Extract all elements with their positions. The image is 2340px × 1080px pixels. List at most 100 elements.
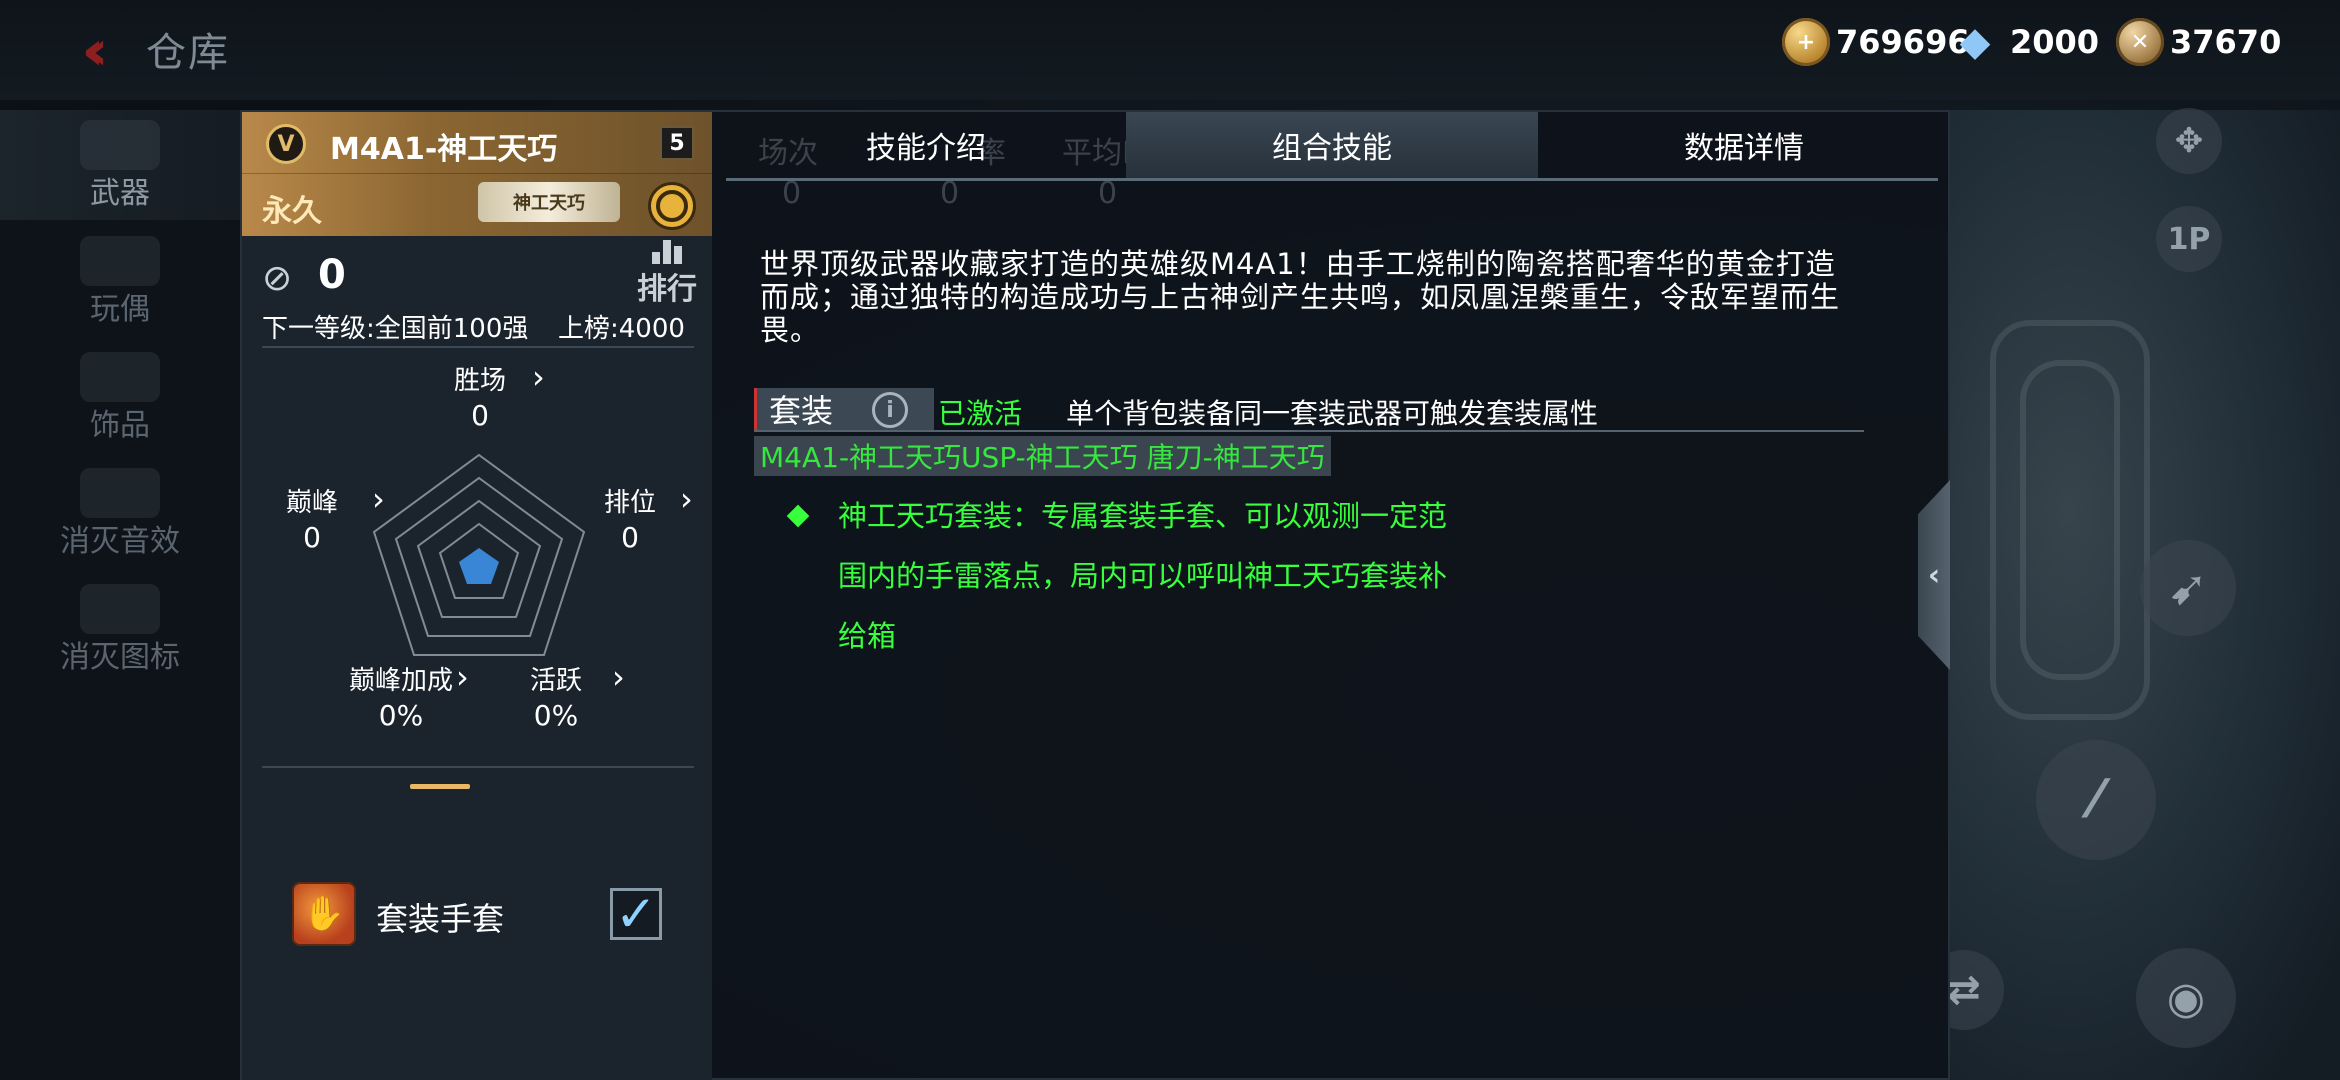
tab-label: 数据详情: [1684, 131, 1804, 166]
suit-header: 套装 i 已激活 单个背包装备同一套装武器可触发套装属性: [754, 388, 1864, 432]
stat-label: 巅峰: [285, 488, 338, 518]
stat-active[interactable]: 活跃 0%: [514, 660, 598, 732]
diamond-bullet-icon: [786, 504, 810, 528]
nav-item-weapons[interactable]: 武器: [0, 110, 240, 220]
suit-label: 套装: [769, 392, 834, 430]
skill-content: 场次 率 平均KDA 0 0 0 技能介绍 组合技能 数据详情 世界顶级武器收藏…: [714, 112, 1950, 1080]
suit-weapon-list: M4A1-神工天巧USP-神工天巧 唐刀-神工天巧: [754, 436, 1331, 476]
page-title: 仓库: [146, 30, 230, 76]
weapon-detail-panel: V M4A1-神工天巧 5 永久 神工天巧 ⊘ 0 排行 下一等级:全国前100…: [240, 110, 1950, 1080]
aim-button[interactable]: ➹: [2140, 540, 2236, 636]
detail-tabs: 场次 率 平均KDA 0 0 0 技能介绍 组合技能 数据详情: [714, 112, 1950, 211]
stats-radar: 胜场 0 › 排位 0 › 活跃 0% › 巅峰加成 0% › 巅峰 0 ›: [242, 352, 712, 732]
nav-item-label: 武器: [90, 176, 150, 211]
nav-item-label: 消灭图标: [60, 640, 180, 675]
nav-item-accessories[interactable]: 饰品: [0, 342, 240, 452]
stat-peak-bonus[interactable]: 巅峰加成 0%: [340, 660, 462, 732]
tab-combo-skill[interactable]: 组合技能: [1126, 112, 1538, 178]
kill-count: 0: [318, 252, 346, 298]
back-button[interactable]: ‹‹: [54, 19, 118, 82]
tab-label: 技能介绍: [866, 131, 986, 166]
gloves-icon: ✋: [292, 882, 356, 946]
nav-item-kill-sound[interactable]: 消灭音效: [0, 458, 240, 568]
weapon-duration: 永久: [262, 194, 322, 229]
weapon-description: 世界顶级武器收藏家打造的英雄级M4A1！由手工烧制的陶瓷搭配奢华的黄金打造而成；…: [760, 247, 1841, 347]
stat-value: 0: [303, 521, 321, 554]
nav-item-label: 饰品: [90, 408, 150, 443]
stat-value: 0%: [378, 699, 424, 732]
ghost-value: 0: [940, 176, 960, 211]
page-indicator: [410, 784, 470, 789]
rifle-icon: [80, 120, 160, 170]
weapon-card-header: V M4A1-神工天巧 5 永久 神工天巧: [242, 112, 712, 236]
ranking-bars-icon: [652, 240, 682, 264]
nav-item-label: 消灭音效: [60, 524, 180, 559]
kill-count-icon: ⊘: [262, 258, 293, 299]
dpad-button[interactable]: ✥: [2156, 108, 2222, 174]
chevron-right-icon[interactable]: ›: [456, 658, 469, 696]
status-emblem-icon[interactable]: [648, 182, 696, 230]
chevron-left-icon: ‹: [1927, 557, 1941, 593]
suit-gloves-row: ✋ 套装手套 ✓: [292, 882, 672, 950]
divider: [262, 346, 694, 348]
tab-label: 组合技能: [1272, 131, 1392, 166]
medal-coin-icon: ✕: [2116, 18, 2164, 66]
view-toggle-button[interactable]: 1P: [2156, 206, 2222, 272]
currency-gold[interactable]: + 769696: [1782, 14, 1970, 70]
stat-label: 胜场: [453, 366, 506, 396]
next-level-text: 下一等级:全国前100强: [262, 314, 529, 344]
chevron-right-icon[interactable]: ›: [612, 658, 625, 696]
divider: [262, 766, 694, 768]
doll-icon: [80, 236, 160, 286]
top-bar: ‹‹ 仓库 + 769696 ◆ 2000 ✕ 37670: [0, 0, 2340, 100]
stat-value: 0: [471, 399, 489, 432]
diamond-icon: ◆: [1959, 19, 1991, 65]
currency-medal[interactable]: ✕ 37670: [2116, 14, 2281, 70]
bullet-button[interactable]: ⁄: [2036, 740, 2156, 860]
stat-label: 排位: [603, 488, 656, 518]
weapon-series-tag: 神工天巧: [478, 182, 620, 222]
stat-ranked[interactable]: 排位 0: [588, 482, 672, 554]
eye-button[interactable]: ◉: [2136, 948, 2236, 1048]
weapon-level: 5: [660, 126, 694, 160]
gloves-checkbox[interactable]: ✓: [610, 885, 662, 943]
ranking-button[interactable]: 排行: [636, 240, 698, 308]
gold-coin-icon: +: [1782, 18, 1830, 66]
category-sidebar: 武器 玩偶 饰品 消灭音效 消灭图标: [0, 110, 240, 1080]
stat-label: 活跃: [529, 666, 582, 696]
nav-item-kill-icon[interactable]: 消灭图标: [0, 574, 240, 684]
stat-label: 巅峰加成: [348, 666, 453, 696]
suit-activated-status: 已激活: [938, 397, 1023, 430]
weapon-title-row: V M4A1-神工天巧 5: [242, 112, 712, 174]
target-ring: [2020, 360, 2120, 680]
stat-peak[interactable]: 巅峰 0: [270, 482, 354, 554]
chevron-right-icon[interactable]: ›: [372, 480, 385, 518]
gloves-label: 套装手套: [376, 900, 505, 938]
suit-rule-note: 单个背包装备同一套装武器可触发套装属性: [1066, 397, 1599, 430]
sound-icon: [80, 468, 160, 518]
listed-threshold: 上榜:4000: [558, 314, 685, 344]
tab-underline: [726, 178, 1938, 181]
suit-effect-text: 神工天巧套装：专属套装手套、可以观测一定范围内的手雷落点，局内可以呼叫神工天巧套…: [838, 499, 1448, 653]
chevron-right-icon[interactable]: ›: [680, 480, 693, 518]
weapon-name: M4A1-神工天巧: [330, 132, 558, 167]
nav-item-label: 玩偶: [90, 292, 150, 327]
accessory-icon: [80, 352, 160, 402]
radar-value-shape: [459, 548, 499, 584]
stat-value: 0%: [533, 699, 579, 732]
diamond-amount: 2000: [2010, 23, 2100, 61]
info-icon[interactable]: i: [872, 392, 908, 428]
weapon-card: V M4A1-神工天巧 5 永久 神工天巧 ⊘ 0 排行 下一等级:全国前100…: [242, 112, 712, 1080]
currency-diamond[interactable]: ◆ 2000: [1946, 14, 2099, 70]
ghost-value: 0: [1098, 176, 1118, 211]
chevron-right-icon[interactable]: ›: [532, 358, 545, 396]
v-rank-icon: V: [266, 124, 306, 164]
tab-data-details[interactable]: 数据详情: [1538, 112, 1950, 178]
stat-value: 0: [621, 521, 639, 554]
medal-amount: 37670: [2170, 23, 2282, 61]
nav-item-dolls[interactable]: 玩偶: [0, 226, 240, 336]
ranking-label: 排行: [637, 272, 697, 307]
tab-skill-intro[interactable]: 技能介绍: [726, 112, 1126, 178]
stat-wins[interactable]: 胜场 0: [438, 360, 522, 432]
ghost-value: 0: [782, 176, 802, 211]
